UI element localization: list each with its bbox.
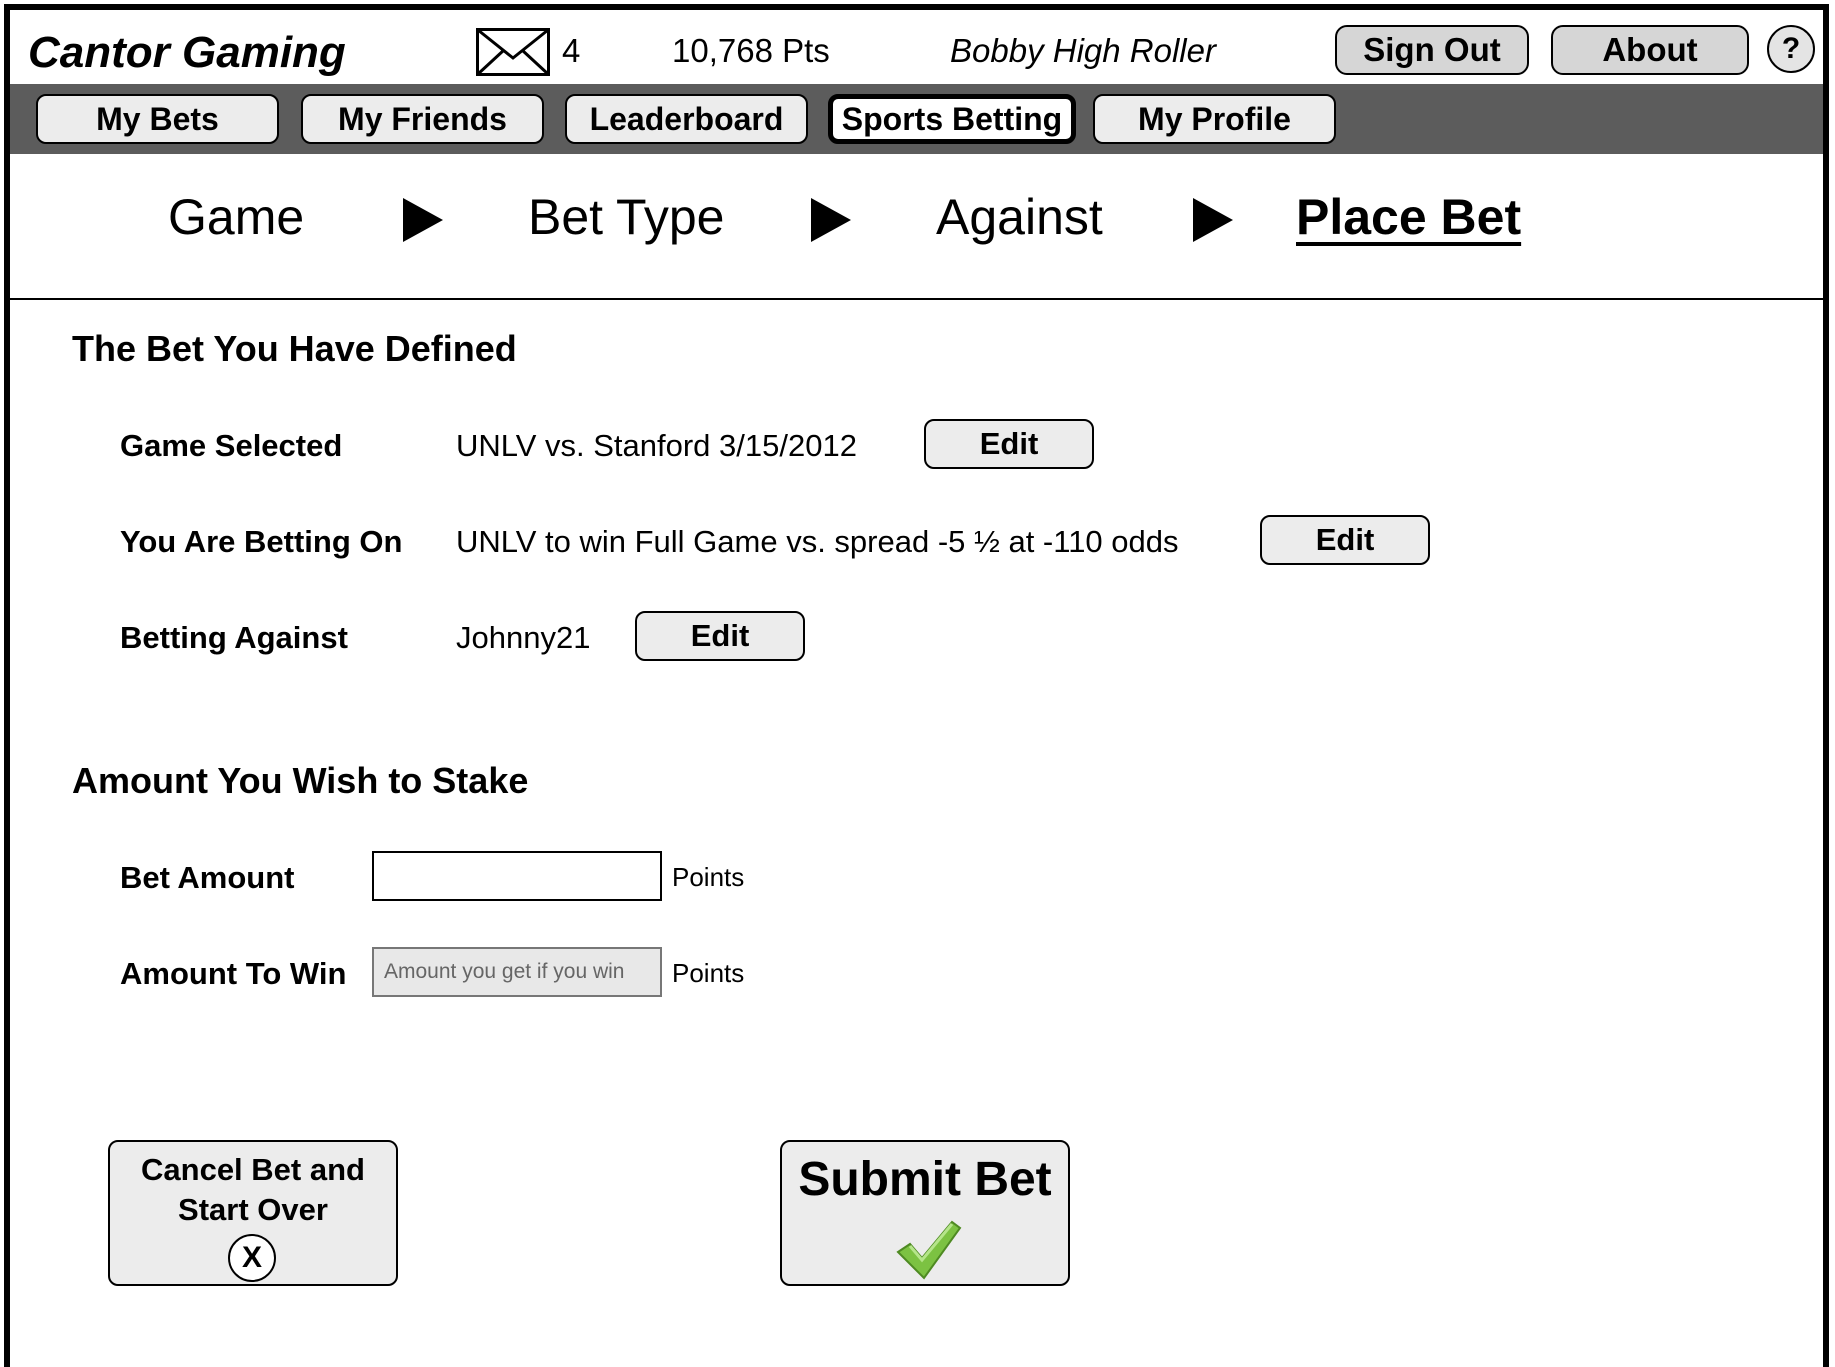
brand-logo: Cantor Gaming (28, 28, 346, 77)
step-bet-type[interactable]: Bet Type (528, 188, 724, 246)
bet-amount-input[interactable] (372, 851, 662, 901)
edit-game-button[interactable]: Edit (924, 419, 1094, 469)
help-button[interactable]: ? (1767, 25, 1815, 73)
sign-out-button[interactable]: Sign Out (1335, 25, 1529, 75)
tab-my-bets[interactable]: My Bets (36, 94, 279, 144)
edit-bet-type-button[interactable]: Edit (1260, 515, 1430, 565)
bet-amount-unit: Points (672, 862, 745, 892)
step-game[interactable]: Game (168, 188, 304, 246)
cancel-bet-button[interactable]: Cancel Bet and Start Over X (108, 1140, 398, 1286)
game-selected-label: Game Selected (120, 428, 343, 463)
tab-leaderboard[interactable]: Leaderboard (565, 94, 808, 144)
submit-bet-label: Submit Bet (798, 1153, 1052, 1206)
message-count: 4 (562, 32, 581, 69)
arrow-right-icon (1193, 198, 1233, 242)
close-icon: X (228, 1234, 276, 1282)
points-balance: 10,768 Pts (672, 32, 830, 69)
edit-against-button[interactable]: Edit (635, 611, 805, 661)
stake-title: Amount You Wish to Stake (72, 760, 529, 801)
bet-amount-label: Bet Amount (120, 860, 295, 895)
app-window: Cantor Gaming 4 10,768 Pts Bobby High Ro… (4, 4, 1829, 1367)
arrow-right-icon (811, 198, 851, 242)
main-nav: My Bets My Friends Leaderboard Sports Be… (10, 84, 1823, 154)
betting-on-value: UNLV to win Full Game vs. spread -5 ½ at… (456, 524, 1179, 559)
cancel-bet-label: Cancel Bet and Start Over (141, 1152, 365, 1227)
tab-my-profile[interactable]: My Profile (1093, 94, 1336, 144)
about-button[interactable]: About (1551, 25, 1749, 75)
tab-my-friends[interactable]: My Friends (301, 94, 544, 144)
amount-to-win-field (372, 947, 662, 997)
submit-bet-button[interactable]: Submit Bet (780, 1140, 1070, 1286)
amount-to-win-label: Amount To Win (120, 956, 347, 991)
betting-against-label: Betting Against (120, 620, 348, 655)
betting-against-value: Johnny21 (456, 620, 591, 655)
step-place-bet: Place Bet (1296, 189, 1522, 245)
betting-on-label: You Are Betting On (120, 524, 403, 559)
mail-icon[interactable] (476, 28, 550, 76)
step-against[interactable]: Against (936, 188, 1103, 246)
arrow-right-icon (403, 198, 443, 242)
username: Bobby High Roller (950, 32, 1216, 69)
game-selected-value: UNLV vs. Stanford 3/15/2012 (456, 428, 857, 463)
tab-sports-betting[interactable]: Sports Betting (828, 94, 1076, 144)
bet-defined-title: The Bet You Have Defined (72, 328, 517, 369)
checkmark-icon (896, 1220, 962, 1280)
divider (10, 298, 1823, 300)
amount-to-win-unit: Points (672, 958, 745, 988)
